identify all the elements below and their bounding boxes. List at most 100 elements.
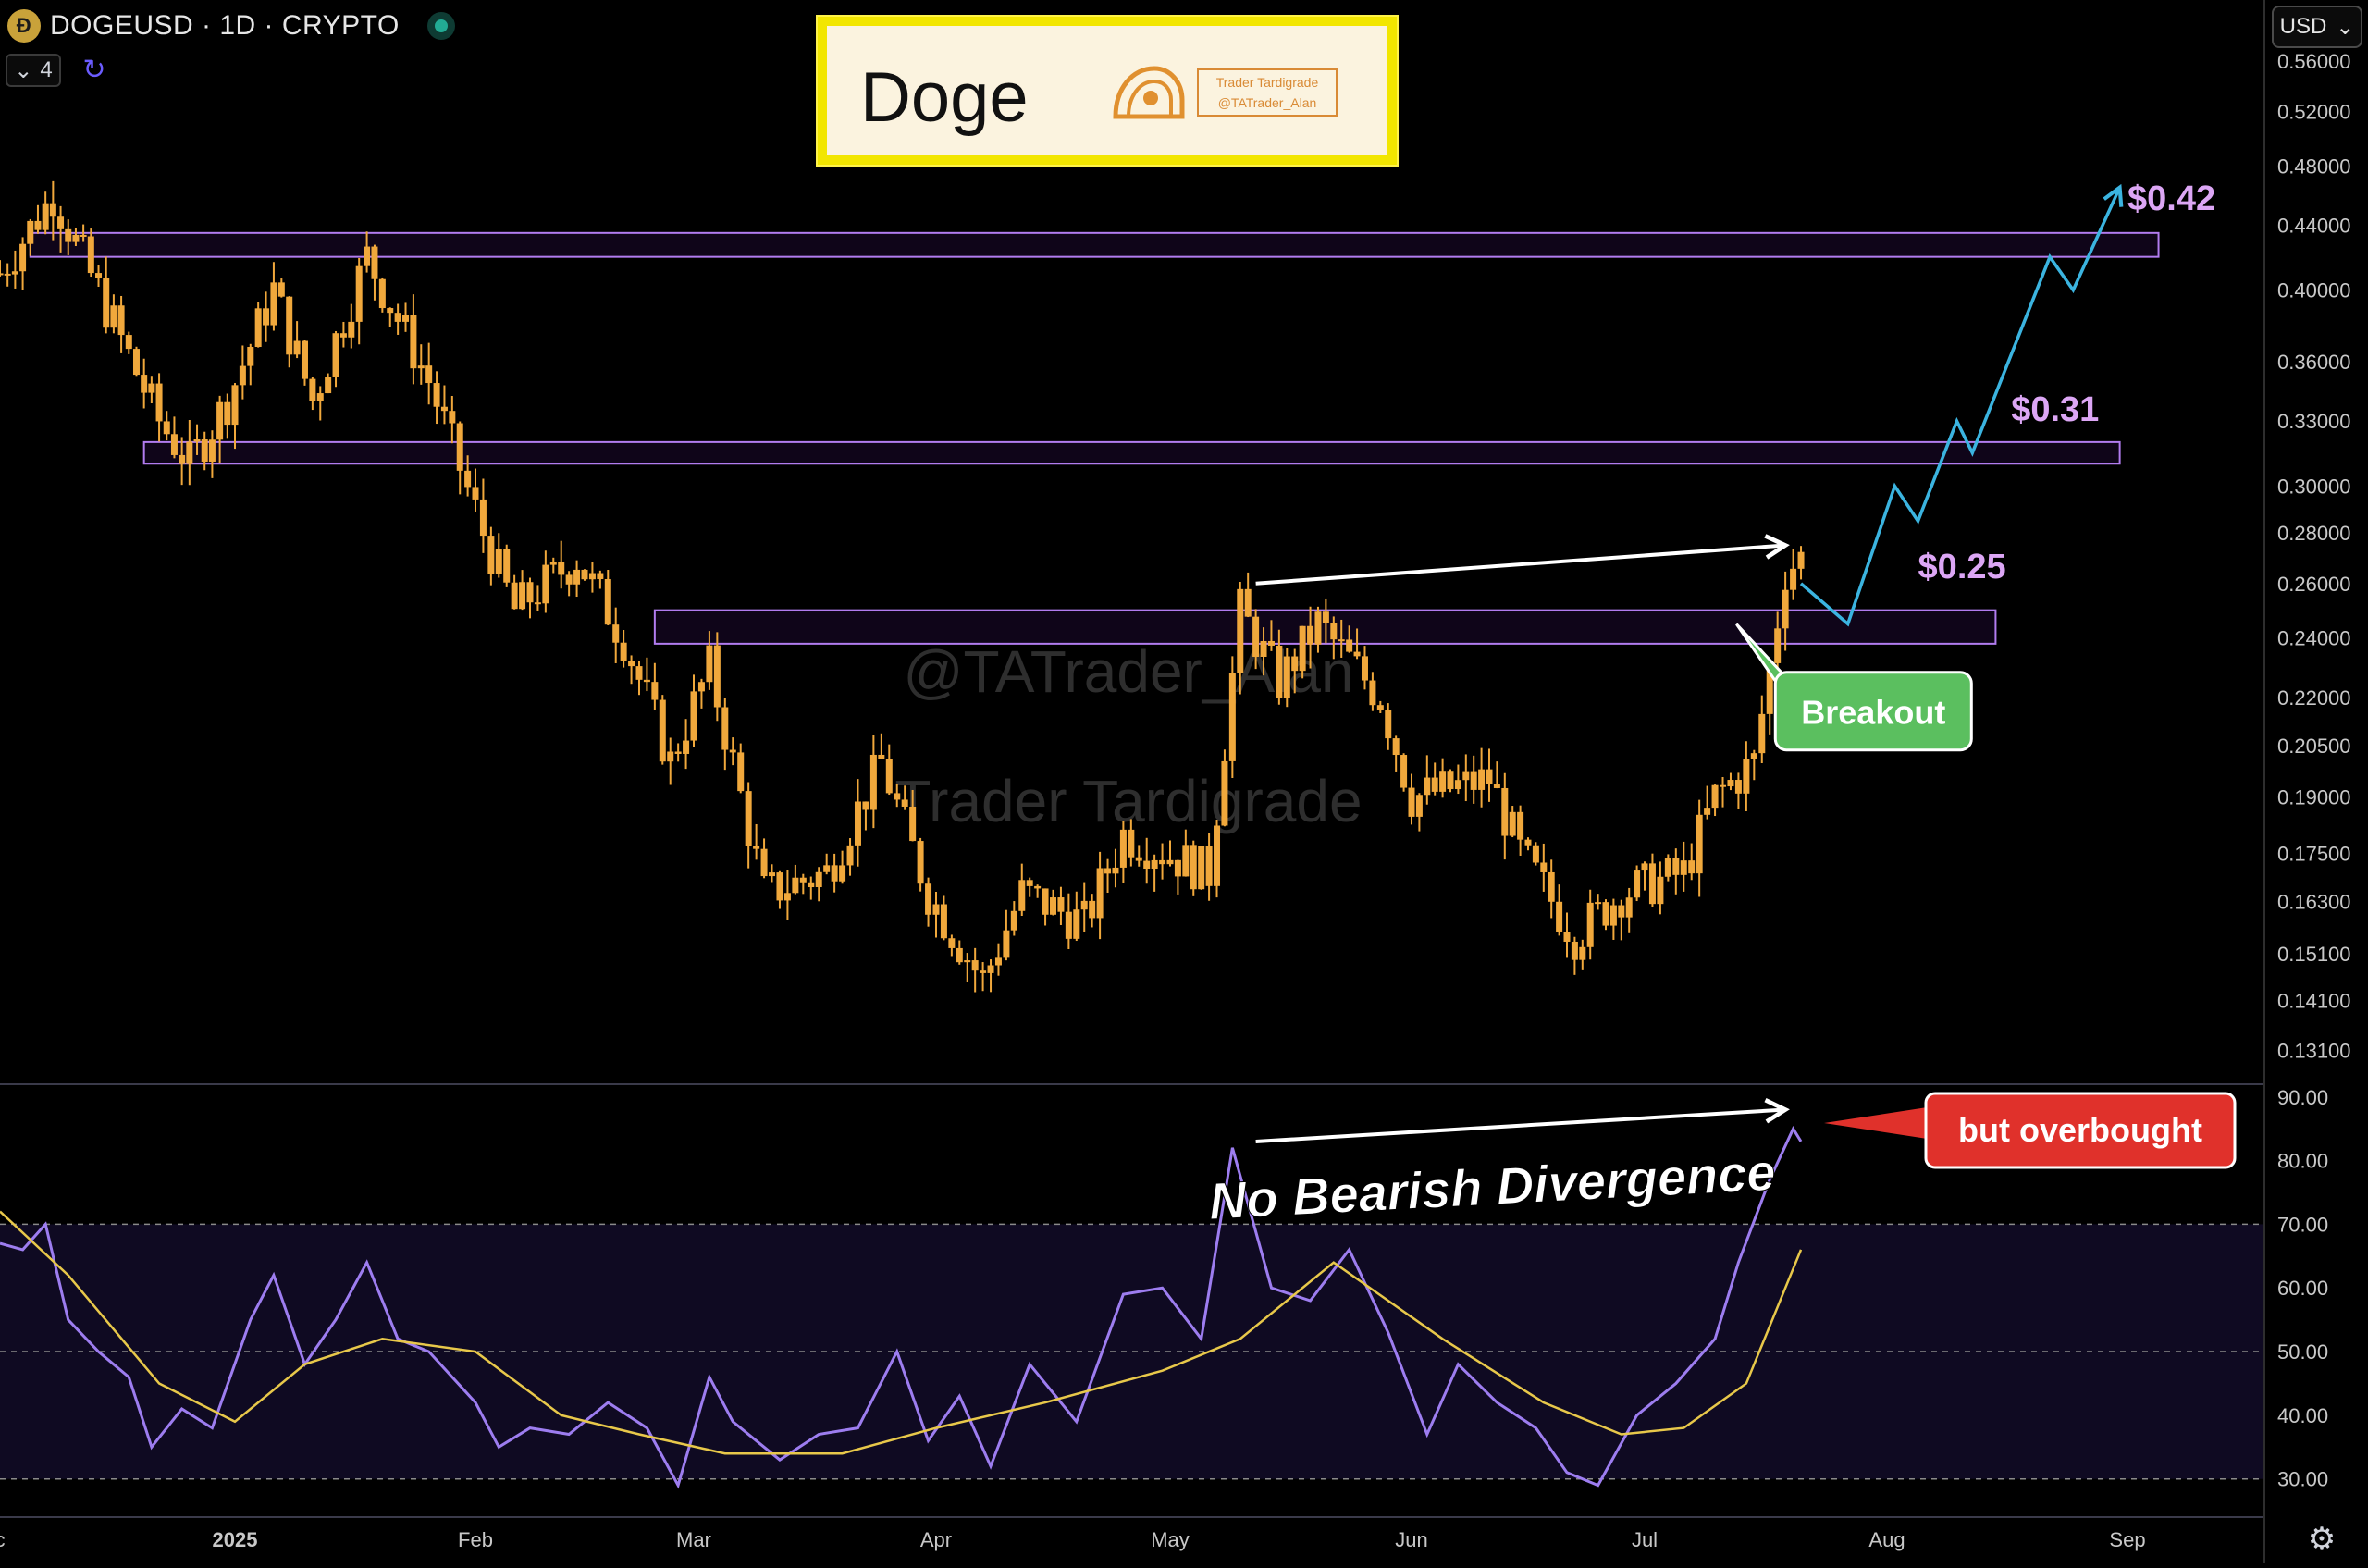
price-tick-label: 0.40000 — [2277, 279, 2351, 302]
candle-body — [1424, 777, 1431, 796]
candle — [1641, 861, 1648, 891]
resistance-zone — [29, 231, 2160, 258]
rsi-tick-label: 80.00 — [2277, 1150, 2328, 1173]
candle — [1228, 656, 1236, 779]
candle-body — [1750, 753, 1758, 759]
candle-body — [487, 536, 495, 574]
candle-body — [1182, 845, 1190, 877]
candle — [1758, 695, 1766, 764]
candle-body — [1276, 645, 1283, 698]
candle — [713, 632, 721, 722]
candle-body — [1283, 656, 1290, 698]
candle-body — [1548, 871, 1555, 902]
candle-body — [1625, 897, 1633, 918]
candle — [542, 550, 549, 613]
candle — [155, 373, 163, 442]
brand-card: Trader Tardigrade @TATrader_Alan — [1197, 68, 1338, 117]
divergence-label: No Bearish Divergence — [1207, 1142, 1777, 1230]
refresh-icon[interactable]: ↻ — [80, 56, 109, 85]
candle — [932, 892, 940, 938]
candle — [792, 864, 799, 895]
currency-select[interactable]: USD ⌄ — [2272, 6, 2362, 48]
indicators-toggle-button[interactable]: ⌄ 4 — [6, 54, 61, 87]
tardigrade-logo-icon — [1113, 66, 1185, 119]
candle — [659, 695, 666, 765]
candle-body — [1026, 880, 1033, 886]
symbol-label[interactable]: DOGEUSD · 1D · CRYPTO — [50, 10, 400, 42]
price-tick-label: 0.22000 — [2277, 686, 2351, 710]
candle — [1517, 805, 1524, 856]
candle-body — [1641, 863, 1648, 871]
candle-body — [378, 278, 386, 309]
candle — [1205, 833, 1213, 901]
candle — [1415, 793, 1423, 832]
candle-body — [1634, 870, 1641, 898]
candle-body — [472, 487, 479, 500]
candle — [1151, 854, 1158, 892]
candle — [783, 870, 791, 920]
candle — [286, 296, 293, 368]
candle — [339, 321, 347, 348]
candle — [1493, 761, 1500, 789]
candle-body — [1361, 656, 1368, 681]
candle — [1369, 672, 1376, 711]
candle — [885, 744, 893, 796]
candle — [495, 533, 502, 578]
market-status-icon — [426, 12, 455, 40]
candle — [1720, 776, 1727, 808]
candle-body — [722, 707, 729, 750]
candle-body — [815, 871, 822, 888]
candle-body — [1252, 616, 1260, 657]
candle — [1743, 741, 1750, 812]
candle-body — [1782, 589, 1789, 629]
candle — [574, 560, 581, 598]
candle — [674, 743, 682, 762]
candle — [186, 419, 193, 486]
candle — [1042, 888, 1049, 926]
candle — [1579, 939, 1586, 970]
candle-body — [1696, 814, 1703, 874]
candle-body — [1486, 769, 1493, 784]
candle-body — [1119, 829, 1127, 868]
candle — [1462, 754, 1470, 802]
candle — [309, 377, 316, 411]
candle — [148, 376, 155, 403]
candle-body — [1112, 867, 1119, 874]
candle — [697, 678, 705, 709]
candle — [394, 303, 401, 335]
candle-body — [1260, 640, 1267, 657]
candle-body — [894, 793, 901, 800]
candle-body — [1205, 846, 1213, 886]
candle — [831, 853, 838, 893]
candle — [870, 735, 877, 829]
candle-body — [1314, 611, 1322, 645]
candle — [170, 416, 178, 459]
candle — [1556, 884, 1563, 936]
candle-body — [1143, 860, 1151, 870]
candle — [325, 373, 332, 394]
candle — [163, 411, 170, 441]
candle-body — [387, 308, 394, 314]
x-tick-label: c — [0, 1528, 6, 1551]
candle — [760, 838, 768, 879]
candle-body — [348, 321, 355, 338]
candle-body — [193, 439, 201, 442]
candle-body — [364, 246, 371, 266]
candle — [1727, 772, 1734, 791]
x-tick-label: 2025 — [213, 1528, 258, 1551]
candle — [117, 295, 125, 353]
candle — [103, 256, 110, 334]
candle-body — [1151, 859, 1158, 870]
candle-body — [1073, 909, 1080, 939]
candle — [588, 562, 596, 593]
candle-body — [34, 220, 42, 230]
resistance-zone — [142, 440, 2121, 465]
candle — [1010, 901, 1018, 936]
candle — [753, 823, 760, 860]
indicator-count: 4 — [40, 57, 53, 82]
candle-body — [971, 960, 979, 971]
candle-body — [792, 877, 799, 894]
chart-area[interactable]: @TATrader_Alan Trader Tardigrade $0.42 $0.3… — [0, 0, 2368, 1563]
gear-icon[interactable]: ⚙ — [2303, 1521, 2340, 1558]
candle — [534, 585, 541, 611]
